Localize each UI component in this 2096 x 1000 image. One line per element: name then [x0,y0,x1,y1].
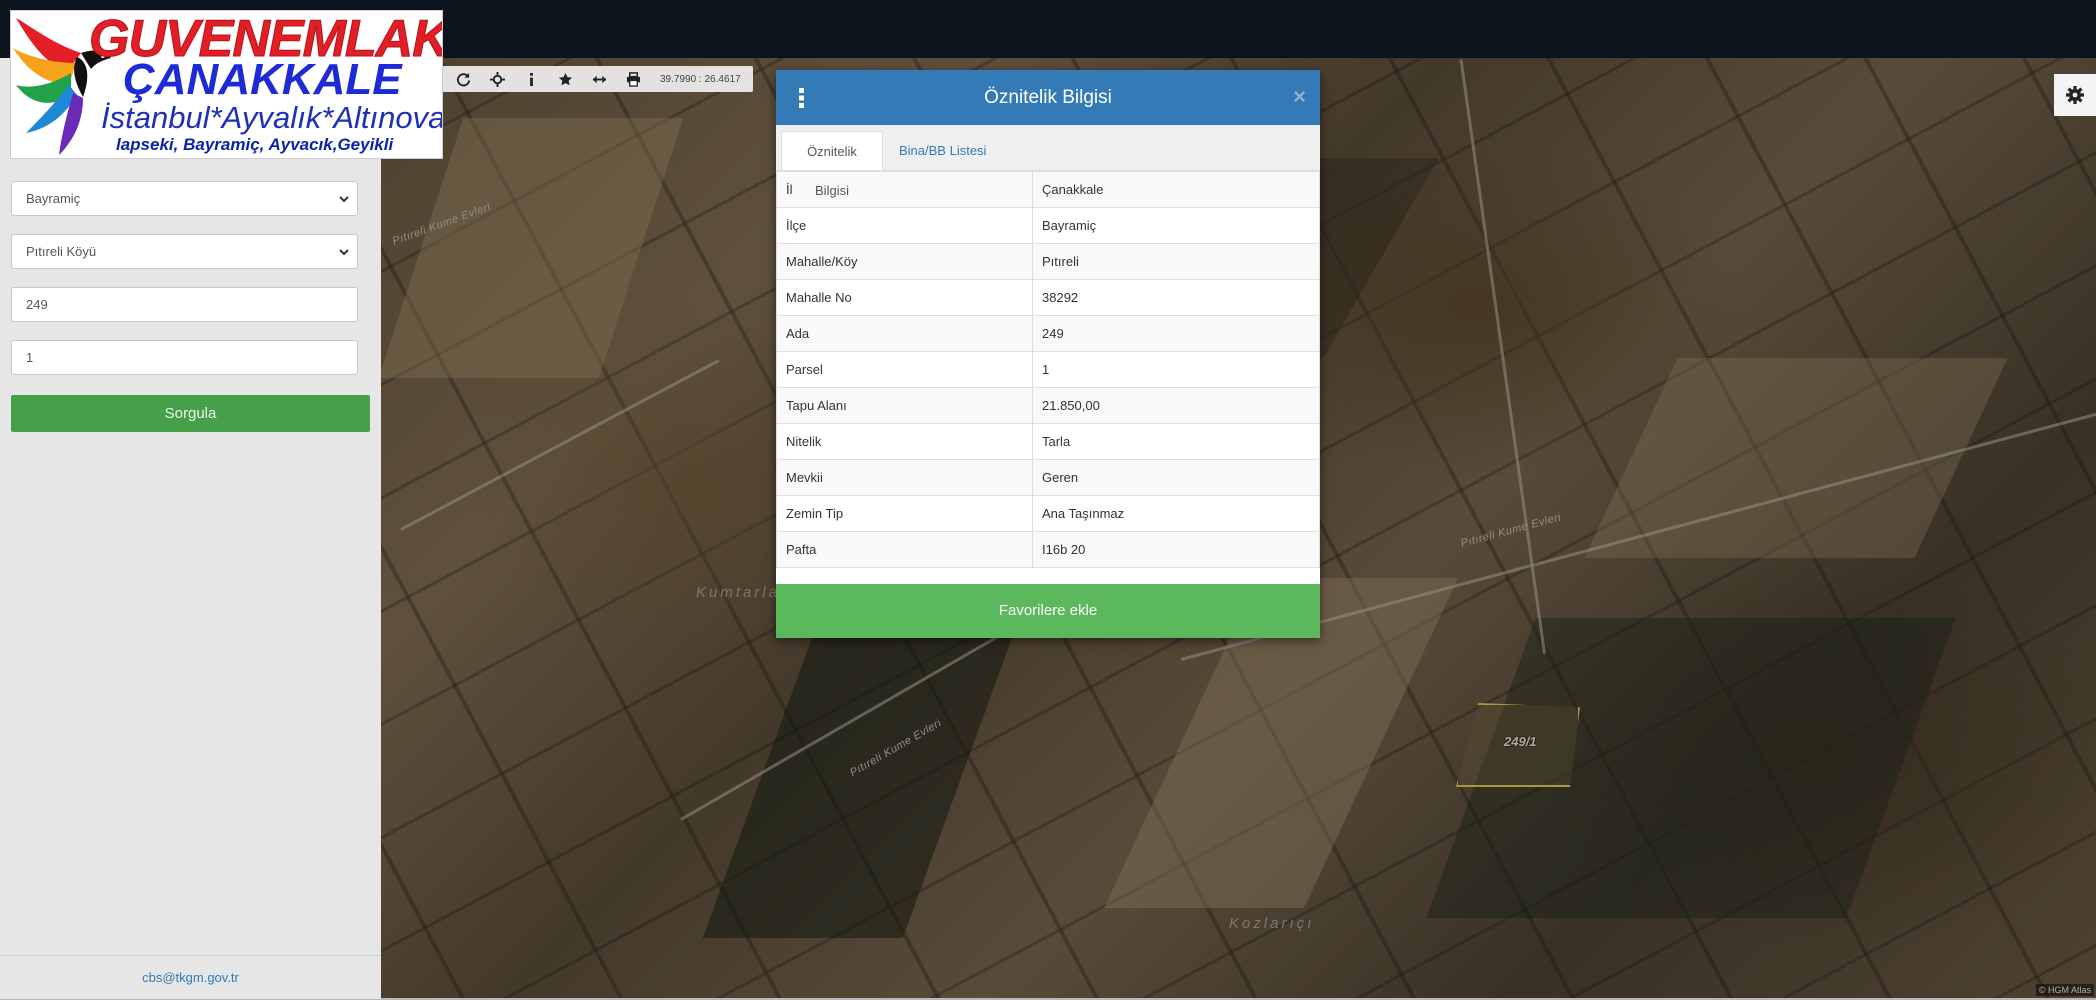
map-road [1459,59,1546,654]
map-attribution: © HGM Atlas [2035,984,2094,996]
district-select[interactable]: Bayramiç [11,181,358,216]
contact-email-link[interactable]: cbs@tkgm.gov.tr [0,955,381,999]
query-button[interactable]: Sorgula [11,395,370,432]
chevron-down-icon [339,249,349,256]
attribute-value: Çanakkale [1032,171,1320,208]
table-row: Mahalle No 38292 [776,279,1320,316]
neighborhood-select[interactable]: Pıtıreli Köyü [11,234,358,269]
parcel-label: 249/1 [1504,734,1537,749]
attribute-value: 1 [1032,351,1320,388]
chevron-down-icon [339,196,349,203]
place-label: Kozlarıçı [1229,915,1315,932]
attribute-value: 38292 [1032,279,1320,316]
attribute-info-dialog: Öznitelik Bilgisi × Öznitelik Bilgisi Bi… [776,70,1320,638]
table-row: Mahalle/Köy Pıtıreli [776,243,1320,280]
table-row: Ada 249 [776,315,1320,352]
refresh-icon[interactable] [446,66,480,92]
measure-icon[interactable] [582,66,616,92]
coordinate-readout: 39.7990 : 26.4617 [660,73,741,85]
district-select-value: Bayramiç [26,191,81,206]
attribute-key: Mevkii [776,459,1033,496]
parcel-input[interactable]: 1 [11,340,358,375]
attribute-key: Ada [776,315,1033,352]
attribute-key: İlçe [776,207,1033,244]
info-icon[interactable] [514,66,548,92]
attribute-value: Bayramiç [1032,207,1320,244]
brand-logo: GUVENEMLAK ÇANAKKALE İstanbul*Ayvalık*Al… [10,10,443,159]
dialog-header: Öznitelik Bilgisi × [776,70,1320,125]
attribute-value: Geren [1032,459,1320,496]
attribute-key: Pafta [776,531,1033,568]
tab-building-list[interactable]: Bina/BB Listesi [891,131,994,170]
table-row: Tapu Alanı 21.850,00 [776,387,1320,424]
table-row: İlçe Bayramiç [776,207,1320,244]
attribute-value: Tarla [1032,423,1320,460]
map-toolbar: 39.7990 : 26.4617 [440,66,753,92]
table-row: Nitelik Tarla [776,423,1320,460]
attribute-value: Ana Taşınmaz [1032,495,1320,532]
attribute-key: Tapu Alanı [776,387,1033,424]
place-label: Kumtarla [696,584,781,601]
block-input[interactable]: 249 [11,287,358,322]
dialog-title: Öznitelik Bilgisi [984,87,1112,108]
neighborhood-select-value: Pıtıreli Köyü [26,244,97,259]
road-label: Pıtıreli Kume Evleri [1459,511,1563,550]
dialog-tabs: Öznitelik Bilgisi Bina/BB Listesi [776,125,1320,198]
close-icon[interactable]: × [1293,83,1306,111]
attribute-value: Pıtıreli [1032,243,1320,280]
table-row: Pafta I16b 20 [776,531,1320,568]
table-row: Zemin Tip Ana Taşınmaz [776,495,1320,532]
table-row: Parsel 1 [776,351,1320,388]
attribute-key: Mahalle/Köy [776,243,1033,280]
logo-city-name: ÇANAKKALE [123,55,402,104]
settings-button[interactable] [2054,74,2096,116]
gear-icon [2066,86,2084,104]
table-row: İl Çanakkale [776,171,1320,208]
query-sidebar: Bayramiç Pıtıreli Köyü 249 1 Sorgula cbs… [0,58,381,999]
map-road [400,359,720,531]
tab-attribute-info[interactable]: Öznitelik Bilgisi [781,131,883,198]
attribute-key: Zemin Tip [776,495,1033,532]
attribute-value: 249 [1032,315,1320,352]
map-field [1584,358,2008,558]
attribute-key: Mahalle No [776,279,1033,316]
add-to-favorites-button[interactable]: Favorilere ekle [776,584,1320,638]
attribute-value: I16b 20 [1032,531,1320,568]
attribute-value: 21.850,00 [1032,387,1320,424]
attribute-key: Nitelik [776,423,1033,460]
star-icon[interactable] [548,66,582,92]
print-icon[interactable] [616,66,650,92]
logo-sub-locations: lapseki, Bayramiç, Ayvacık,Geyikli [116,135,394,154]
logo-locations: İstanbul*Ayvalık*Altınova [101,100,443,135]
table-row: Mevkii Geren [776,459,1320,496]
attribute-key: Parsel [776,351,1033,388]
attribute-table: İl Çanakkale İlçe Bayramiç Mahalle/Köy Pıtıre… [776,171,1320,568]
crosshair-icon[interactable] [480,66,514,92]
